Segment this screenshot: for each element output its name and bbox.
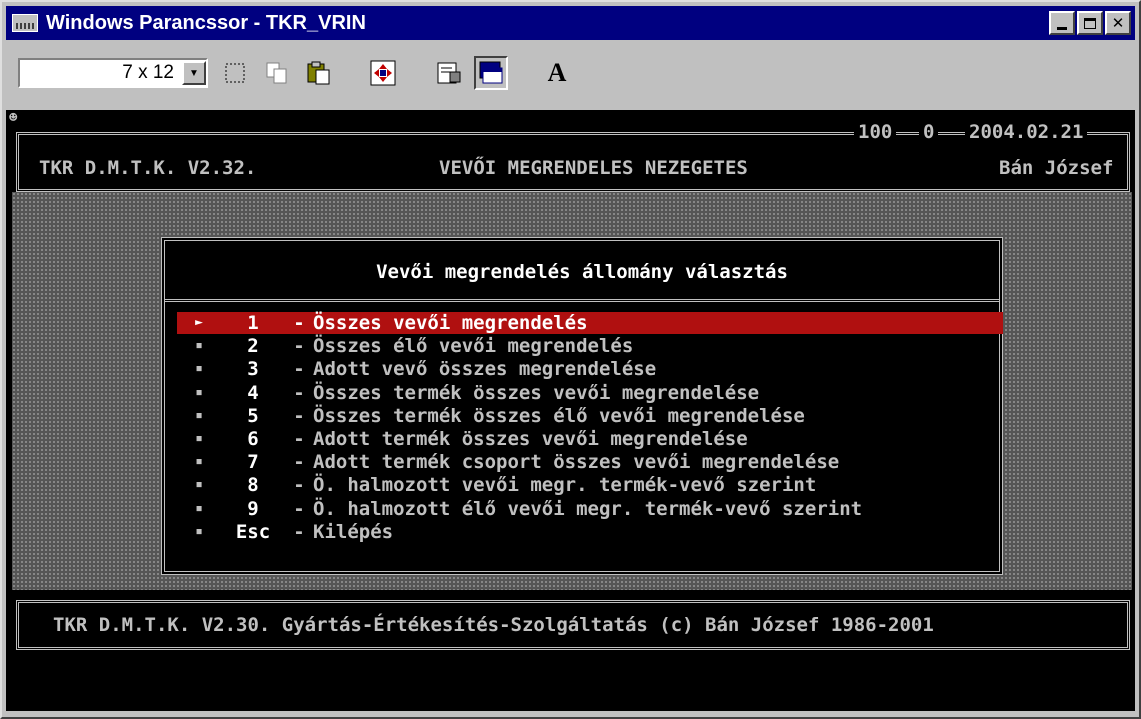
bullet-icon: ▪ — [195, 338, 203, 354]
menu-option[interactable]: ▪ 7 - Adott termék csoport összes vevői meg… — [177, 451, 1003, 473]
bullet-icon: ▪ — [195, 384, 203, 400]
option-label: Adott termék összes vevői megrendelése — [313, 428, 748, 450]
bullet-icon: ▪ — [195, 407, 203, 423]
app-version: TKR D.M.T.K. V2.32. — [39, 157, 257, 179]
option-label: Kilépés — [313, 520, 394, 543]
counter-b: 0 — [919, 121, 939, 143]
user-name: Bán József — [999, 157, 1114, 179]
option-dash: - — [293, 497, 305, 520]
bullet-icon: ▪ — [195, 523, 203, 539]
option-key: 3 — [247, 358, 259, 381]
console-window: Windows Parancssor - TKR_VRIN ✕ 7 x 12 ▼ — [0, 0, 1141, 719]
option-label: Ö. halmozott élő vevői megr. termék-vevő… — [313, 497, 863, 520]
maximize-button[interactable] — [1077, 11, 1103, 35]
maximize-icon — [1084, 17, 1096, 29]
fullscreen-button[interactable] — [366, 56, 400, 90]
option-label: Ö. halmozott vevői megr. termék-vevő sze… — [313, 474, 817, 497]
screen-title: VEVŐI MEGRENDELES NEZEGETES — [439, 157, 748, 179]
copy-button[interactable] — [260, 56, 294, 90]
pointer-icon: ► — [195, 315, 203, 330]
menu-option[interactable]: ▪ 3 - Adott vevő összes megrendelése — [177, 358, 1003, 380]
fullscreen-icon — [370, 60, 396, 86]
option-dash: - — [293, 404, 305, 427]
menu-option[interactable]: ▪ Esc - Kilépés — [177, 521, 1003, 543]
console-app-icon[interactable] — [12, 14, 38, 32]
bullet-icon: ▪ — [195, 500, 203, 516]
app-header: TKR D.M.T.K. V2.32. VEVŐI MEGRENDELES NE… — [16, 121, 1130, 192]
menu-option[interactable]: ▪ 4 - Összes termék összes vevői megrendelé… — [177, 382, 1003, 404]
mark-icon — [225, 63, 245, 83]
option-dash: - — [293, 520, 305, 543]
option-label: Összes vevői megrendelés — [313, 312, 588, 334]
paste-icon — [307, 61, 330, 85]
toolbar: 7 x 12 ▼ A — [6, 44, 1135, 104]
option-key: 8 — [247, 474, 259, 497]
option-label: Adott termék csoport összes vevői megren… — [313, 451, 840, 474]
option-label: Összes termék összes vevői megrendelése — [313, 381, 760, 404]
menu-option[interactable]: ▪ 8 - Ö. halmozott vevői megr. termék-vevő … — [177, 474, 1003, 496]
minimize-button[interactable] — [1049, 11, 1075, 35]
option-key: Esc — [235, 520, 271, 543]
menu-option[interactable]: ▪ 2 - Összes élő vevői megrendelés — [177, 335, 1003, 357]
dialog-separator — [165, 299, 999, 302]
date: 2004.02.21 — [965, 121, 1088, 143]
option-key: 7 — [247, 451, 259, 474]
menu-option[interactable]: ▪ 5 - Összes termék összes élő vevői megren… — [177, 405, 1003, 427]
option-dash: - — [293, 335, 305, 358]
mark-button[interactable] — [218, 56, 252, 90]
font-icon: A — [547, 58, 567, 87]
option-key: 5 — [247, 404, 259, 427]
option-dash: - — [293, 428, 305, 450]
option-key: 1 — [247, 312, 259, 334]
font-button[interactable]: A — [540, 56, 574, 90]
paste-button[interactable] — [302, 56, 336, 90]
footer-text: TKR D.M.T.K. V2.30. Gyártás-Értékesítés-… — [53, 614, 934, 636]
chevron-down-icon[interactable]: ▼ — [182, 61, 206, 85]
menu-option[interactable]: ▪ 9 - Ö. halmozott élő vevői megr. termék-v… — [177, 498, 1003, 520]
file-selection-dialog: Vevői megrendelés állomány választás ► 1 -… — [161, 237, 1003, 575]
option-label: Összes élő vevői megrendelés — [313, 335, 634, 358]
background-button[interactable] — [474, 56, 508, 90]
close-icon: ✕ — [1111, 14, 1125, 32]
option-dash: - — [293, 312, 305, 334]
option-dash: - — [293, 451, 305, 474]
copy-icon — [266, 62, 287, 84]
font-size-select[interactable]: 7 x 12 ▼ — [18, 58, 208, 88]
option-label: Adott vevő összes megrendelése — [313, 358, 657, 381]
bullet-icon: ▪ — [195, 454, 203, 470]
properties-button[interactable] — [432, 56, 466, 90]
option-dash: - — [293, 358, 305, 381]
bullet-icon: ▪ — [195, 361, 203, 377]
footer-bar: TKR D.M.T.K. V2.30. Gyártás-Értékesítés-… — [16, 600, 1130, 650]
minimize-icon — [1057, 26, 1067, 30]
option-key: 4 — [247, 381, 259, 404]
background-icon — [479, 61, 503, 84]
window-title: Windows Parancssor - TKR_VRIN — [46, 11, 366, 34]
properties-icon — [437, 62, 461, 84]
console-area[interactable]: ☻ TKR D.M.T.K. V2.32. VEVŐI MEGRENDELES … — [6, 110, 1135, 711]
close-button[interactable]: ✕ — [1105, 11, 1131, 35]
counter-a: 100 — [854, 121, 897, 143]
option-key: 9 — [247, 497, 259, 520]
option-dash: - — [293, 381, 305, 404]
option-dash: - — [293, 474, 305, 497]
option-key: 6 — [247, 428, 259, 450]
menu-option[interactable]: ▪ 6 - Adott termék összes vevői megrendelés… — [177, 428, 1003, 450]
font-size-value: 7 x 12 — [122, 62, 174, 83]
bullet-icon: ▪ — [195, 477, 203, 493]
option-label: Összes termék összes élő vevői megrendel… — [313, 404, 805, 427]
title-bar[interactable]: Windows Parancssor - TKR_VRIN ✕ — [6, 6, 1135, 40]
option-key: 2 — [247, 335, 259, 358]
bullet-icon: ▪ — [195, 431, 203, 446]
smiley-icon: ☻ — [9, 110, 18, 126]
menu-option[interactable]: ► 1 - Összes vevői megrendelés — [177, 312, 1003, 334]
dialog-title: Vevői megrendelés állomány választás — [376, 261, 788, 283]
